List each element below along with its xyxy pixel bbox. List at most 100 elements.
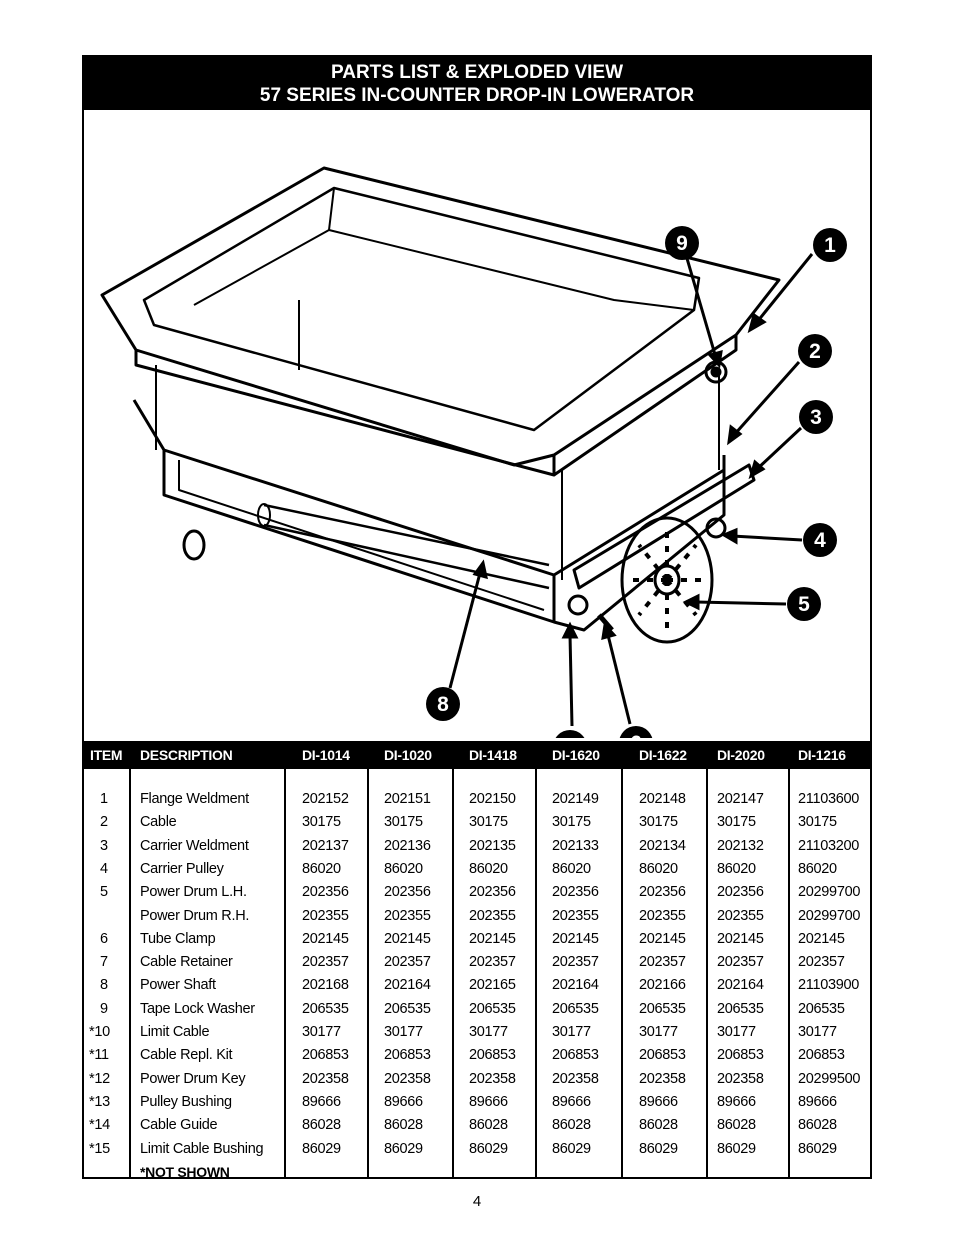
part-number: 206535 <box>717 1000 764 1017</box>
svg-text:8: 8 <box>437 693 449 716</box>
title-line-2: 57 SERIES IN-COUNTER DROP-IN LOWERATOR <box>259 85 695 106</box>
part-number: 202355 <box>717 907 764 924</box>
part-number: 202358 <box>717 1070 764 1087</box>
part-description: Power Drum R.H. <box>140 907 250 924</box>
part-number: 30177 <box>639 1024 678 1040</box>
part-number: 30177 <box>798 1024 837 1040</box>
part-description: Tube Clamp <box>140 930 216 947</box>
item-number: *10 <box>89 1024 110 1040</box>
title-line-1: PARTS LIST & EXPLODED VIEW <box>330 62 624 83</box>
item-number: 4 <box>100 860 108 877</box>
part-number: 202152 <box>302 791 349 807</box>
svg-text:1: 1 <box>824 234 836 257</box>
part-number: 21103200 <box>798 837 860 854</box>
parts-list-frame: PARTS LIST & EXPLODED VIEW 57 SERIES IN-… <box>82 55 872 1180</box>
column-header: DI-1418 <box>469 747 517 763</box>
table-row: *12 Power Drum Key 202358 202358 202358 20235… <box>84 1071 870 1094</box>
table-header: ITEM DESCRIPTION DI-1014 DI-1020 DI-1418 DI-1… <box>84 741 870 769</box>
part-number: 202358 <box>639 1070 686 1087</box>
part-number: 202164 <box>552 977 599 994</box>
svg-text:9: 9 <box>676 232 688 255</box>
svg-text:6: 6 <box>630 732 642 738</box>
table-row: 7 Cable Retainer 202357 202357 202357 202357 2… <box>84 954 870 977</box>
part-description: Power Shaft <box>140 977 216 994</box>
part-description: Limit Cable <box>140 1024 210 1040</box>
part-number: 30177 <box>302 1024 341 1040</box>
part-number: 30175 <box>717 814 756 831</box>
part-description: Carrier Weldment <box>140 837 249 854</box>
part-description: Limit Cable Bushing <box>140 1140 264 1157</box>
svg-text:2: 2 <box>809 340 821 363</box>
part-number: 202356 <box>384 884 431 901</box>
part-number: 30175 <box>302 814 341 831</box>
part-number: 86029 <box>717 1140 756 1157</box>
part-number: 30177 <box>552 1024 591 1040</box>
part-number: 202149 <box>552 791 599 807</box>
part-number: 202356 <box>639 884 686 901</box>
part-number: 30175 <box>469 814 508 831</box>
part-number: 206853 <box>717 1047 764 1064</box>
part-number: 206853 <box>639 1047 686 1064</box>
part-number: 206535 <box>384 1000 431 1017</box>
exploded-view-drawing: 1 2 3 4 5 6 7 8 9 [data-name^="callout-"… <box>100 166 847 738</box>
part-number: 202356 <box>302 884 349 901</box>
table-row: 1 Flange Weldment 202152 202151 202150 202149… <box>84 791 870 814</box>
part-number: 202357 <box>717 954 764 971</box>
callout-2: 2 <box>798 334 832 368</box>
part-number: 86028 <box>639 1117 678 1134</box>
part-number: 202145 <box>552 930 599 947</box>
part-number: 89666 <box>384 1093 423 1110</box>
part-number: 21103600 <box>798 791 860 807</box>
part-number: 206853 <box>469 1047 516 1064</box>
part-description: Cable Repl. Kit <box>140 1047 233 1064</box>
part-number: 30177 <box>717 1024 756 1040</box>
item-number: *12 <box>89 1070 110 1087</box>
part-number: 202134 <box>639 837 686 854</box>
part-number: 202145 <box>469 930 516 947</box>
part-number: 20299500 <box>798 1070 861 1087</box>
table-row: *11 Cable Repl. Kit 206853 206853 206853 2068… <box>84 1047 870 1070</box>
part-number: 202166 <box>639 977 686 994</box>
item-number: *14 <box>89 1117 110 1134</box>
part-number: 202164 <box>384 977 431 994</box>
part-number: 202356 <box>717 884 764 901</box>
part-number: 202356 <box>469 884 516 901</box>
item-number: 1 <box>100 791 108 807</box>
part-number: 30177 <box>384 1024 423 1040</box>
svg-text:5: 5 <box>798 593 810 616</box>
part-number: 86028 <box>384 1117 423 1134</box>
part-number: 202168 <box>302 977 349 994</box>
part-number: 202358 <box>469 1070 516 1087</box>
part-number: 206853 <box>552 1047 599 1064</box>
part-number: 89666 <box>639 1093 678 1110</box>
page-number: 4 <box>472 1193 482 1210</box>
table-row: *10 Limit Cable 30177 30177 30177 30177 30177 3… <box>84 1024 870 1047</box>
part-number: 89666 <box>717 1093 756 1110</box>
part-number: 202355 <box>639 907 686 924</box>
part-number: 30175 <box>384 814 423 831</box>
column-header: ITEM <box>90 747 123 763</box>
part-number: 30177 <box>469 1024 508 1040</box>
part-number: 86029 <box>639 1140 678 1157</box>
part-number: 202357 <box>384 954 431 971</box>
part-number: 86029 <box>384 1140 423 1157</box>
item-number: *15 <box>89 1140 110 1157</box>
column-header: DESCRIPTION <box>140 747 233 763</box>
table-row: 4 Carrier Pulley 86020 86020 86020 86020 86020… <box>84 861 870 884</box>
item-number: 9 <box>100 1000 108 1017</box>
svg-text:3: 3 <box>810 406 822 429</box>
part-number: 86028 <box>302 1117 341 1134</box>
part-description: Carrier Pulley <box>140 860 224 877</box>
table-row: 3 Carrier Weldment 202137 202136 202135 20213… <box>84 838 870 861</box>
item-number: 5 <box>100 884 108 901</box>
part-number: 30175 <box>798 814 837 831</box>
part-number: 206853 <box>798 1047 845 1064</box>
part-number: 86028 <box>798 1117 837 1134</box>
part-number: 21103900 <box>798 977 860 994</box>
part-number: 202145 <box>717 930 764 947</box>
part-number: 86020 <box>302 860 341 877</box>
part-number: 89666 <box>469 1093 508 1110</box>
page-title: PARTS LIST & EXPLODED VIEW 57 SERIES IN-… <box>84 57 870 110</box>
callout-5: 5 <box>787 587 821 621</box>
part-number: 202357 <box>302 954 349 971</box>
